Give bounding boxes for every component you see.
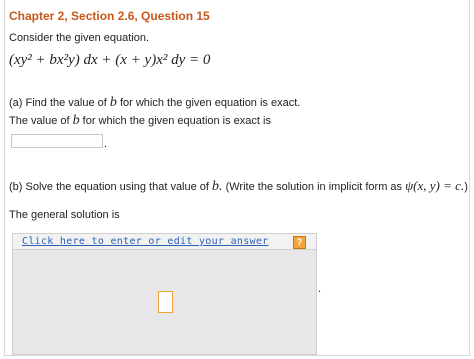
part-b-prompt-pre: (b) Solve the equation using that value …	[9, 181, 213, 193]
part-b-prompt-post: )	[464, 181, 468, 193]
part-b-prompt-mid: (Write the solution in implicit form as	[222, 181, 406, 193]
answer-editor[interactable]: Click here to enter or edit your answer …	[12, 233, 317, 355]
part-a-label-post: for which the given equation is exact is	[79, 115, 271, 127]
part-a-prompt: (a) Find the value of b for which the gi…	[9, 95, 300, 111]
part-b-trailing-period: .	[318, 283, 322, 295]
b-value-input[interactable]	[11, 134, 103, 148]
help-icon[interactable]: ?	[293, 236, 306, 249]
intro-text: Consider the given equation.	[9, 32, 150, 44]
part-a-trailing-period: .	[104, 138, 108, 150]
question-title: Chapter 2, Section 2.6, Question 15	[9, 9, 210, 23]
edit-answer-link[interactable]: Click here to enter or edit your answer	[22, 236, 269, 247]
answer-editor-toolbar: Click here to enter or edit your answer …	[13, 234, 316, 250]
part-a-prompt-post: for which the given equation is exact.	[116, 97, 301, 109]
part-a-var: b	[109, 95, 117, 110]
part-b-implicit-form: ψ(x, y) = c.	[405, 178, 465, 193]
part-b-var: b.	[212, 179, 223, 194]
answer-input-placeholder[interactable]	[158, 291, 173, 313]
part-b-prompt: (b) Solve the equation using that value …	[9, 178, 468, 195]
part-a-answer-label: The value of b for which the given equat…	[9, 113, 271, 129]
part-a-label-pre: The value of	[9, 115, 73, 127]
equation: (xy² + bx²y) dx + (x + y)x² dy = 0	[9, 52, 211, 68]
part-a-prompt-pre: (a) Find the value of	[9, 97, 110, 109]
part-a-label-var: b	[72, 113, 80, 128]
part-b-answer-label: The general solution is	[9, 209, 120, 221]
